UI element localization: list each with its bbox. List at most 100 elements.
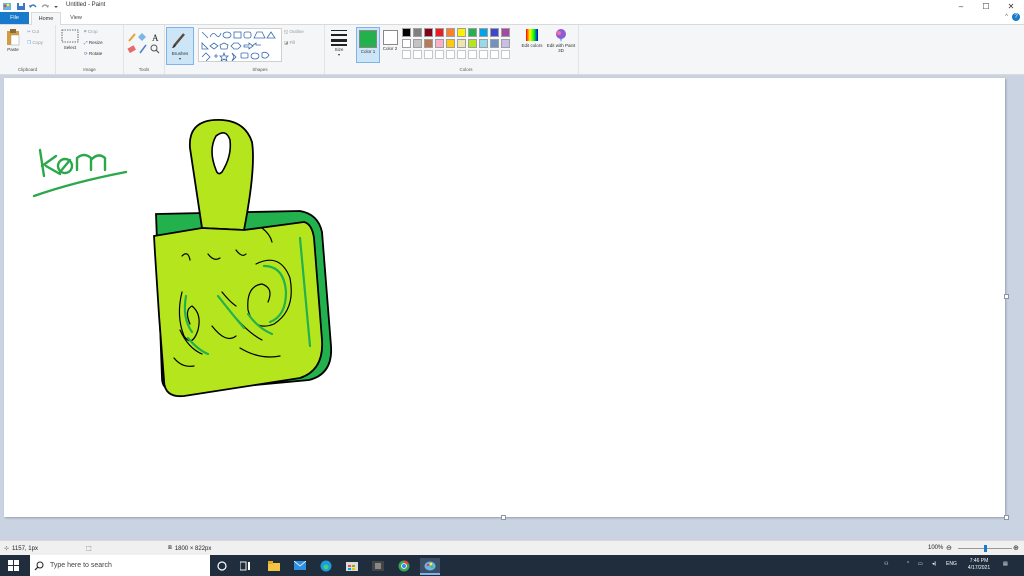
- palette-color-swatch[interactable]: [446, 28, 455, 37]
- outline-button[interactable]: ◱ Outline: [284, 29, 304, 35]
- collapse-ribbon-button[interactable]: ^: [1005, 14, 1008, 20]
- zoom-in-button[interactable]: ⊕: [1013, 544, 1019, 552]
- palette-color-swatch[interactable]: [424, 39, 433, 48]
- minimize-button[interactable]: –: [950, 0, 972, 12]
- save-icon[interactable]: [16, 2, 26, 11]
- drawing-canvas[interactable]: [4, 78, 1005, 517]
- help-button[interactable]: ?: [1012, 13, 1020, 21]
- select-button[interactable]: Select: [60, 28, 80, 50]
- mail-button[interactable]: [292, 558, 307, 573]
- taskbar-search-box[interactable]: Type here to search: [30, 555, 210, 576]
- palette-color-swatch[interactable]: [424, 28, 433, 37]
- canvas-resize-handle-right[interactable]: [1004, 294, 1009, 299]
- custom-color-slot[interactable]: [501, 50, 510, 59]
- rotate-button[interactable]: ⟳ Rotate: [84, 51, 102, 57]
- palette-color-swatch[interactable]: [490, 39, 499, 48]
- shapes-gallery[interactable]: [198, 28, 282, 62]
- input-language[interactable]: ENG: [946, 561, 957, 567]
- close-button[interactable]: ✕: [1000, 0, 1022, 12]
- custom-color-slot[interactable]: [468, 50, 477, 59]
- palette-color-swatch[interactable]: [479, 28, 488, 37]
- maximize-button[interactable]: ☐: [975, 0, 997, 12]
- chrome-button[interactable]: [396, 558, 411, 573]
- tools-group: A Tools: [124, 25, 165, 74]
- custom-color-slot[interactable]: [424, 50, 433, 59]
- palette-color-swatch[interactable]: [402, 39, 411, 48]
- people-icon[interactable]: ⚇: [884, 561, 888, 567]
- select-label: Select: [63, 45, 77, 50]
- crop-button[interactable]: ⌗ Crop: [84, 29, 98, 34]
- palette-color-swatch[interactable]: [435, 28, 444, 37]
- outline-label: Outline: [289, 29, 304, 34]
- custom-color-slot[interactable]: [490, 50, 499, 59]
- palette-color-swatch[interactable]: [457, 28, 466, 37]
- rotate-label: Rotate: [89, 51, 103, 56]
- zoom-slider-thumb[interactable]: [983, 545, 987, 552]
- shapes-group: ◱ Outline ◪ Fill Shapes: [196, 25, 325, 74]
- store-button[interactable]: [344, 558, 359, 573]
- paint3d-icon: [556, 29, 566, 42]
- volume-icon[interactable]: ◂): [932, 561, 936, 567]
- search-icon: [34, 561, 44, 570]
- palette-color-swatch[interactable]: [468, 28, 477, 37]
- palette-color-swatch[interactable]: [413, 28, 422, 37]
- zoom-slider[interactable]: [958, 545, 1012, 552]
- cut-button[interactable]: ✂ Cut: [27, 29, 39, 35]
- app-button-1[interactable]: [370, 558, 385, 573]
- paint-icon: [424, 561, 436, 570]
- rotate-icon: ⟳: [84, 51, 88, 56]
- palette-color-swatch[interactable]: [501, 28, 510, 37]
- palette-color-swatch[interactable]: [435, 39, 444, 48]
- paste-button[interactable]: Paste: [3, 28, 23, 52]
- image-size-text: 1800 × 822px: [174, 545, 212, 552]
- palette-color-swatch[interactable]: [501, 39, 510, 48]
- task-view-button[interactable]: [238, 558, 253, 573]
- tab-view[interactable]: View: [62, 12, 90, 24]
- edge-button[interactable]: [318, 558, 333, 573]
- start-button[interactable]: [6, 558, 21, 573]
- color2-button[interactable]: Color 2: [380, 27, 400, 51]
- custom-color-slot[interactable]: [402, 50, 411, 59]
- help-area: ^ ?: [1005, 13, 1020, 21]
- resize-button[interactable]: ⤢ Resize: [84, 40, 103, 45]
- tray-overflow-icon[interactable]: ⌃: [906, 561, 910, 567]
- palette-color-swatch[interactable]: [402, 28, 411, 37]
- brushes-button[interactable]: Brushes ▾: [166, 27, 194, 65]
- custom-color-slot[interactable]: [435, 50, 444, 59]
- zoom-level: 100%: [928, 545, 944, 551]
- custom-color-slot[interactable]: [457, 50, 466, 59]
- paint3d-button[interactable]: Edit with Paint 3D: [546, 28, 576, 53]
- notifications-icon[interactable]: ▤: [1003, 561, 1008, 567]
- undo-icon[interactable]: [28, 2, 38, 11]
- file-explorer-button[interactable]: [266, 558, 281, 573]
- fill-button[interactable]: ◪ Fill: [284, 40, 295, 46]
- quick-access-toolbar: [2, 1, 60, 11]
- color1-button[interactable]: Color 1: [356, 27, 380, 63]
- palette-color-swatch[interactable]: [479, 39, 488, 48]
- paint-taskbar-button[interactable]: [420, 558, 440, 575]
- canvas-resize-handle-bottom[interactable]: [501, 515, 506, 520]
- palette-color-swatch[interactable]: [413, 39, 422, 48]
- clock[interactable]: 7:46 PM 4/17/2021: [964, 558, 994, 572]
- redo-icon[interactable]: [40, 2, 50, 11]
- copy-button[interactable]: ❐ Copy: [27, 40, 43, 46]
- size-button[interactable]: Size ▾: [327, 28, 351, 57]
- task-view-icon: [240, 561, 250, 570]
- palette-color-swatch[interactable]: [457, 39, 466, 48]
- tab-file[interactable]: File: [0, 12, 29, 24]
- custom-color-slot[interactable]: [479, 50, 488, 59]
- custom-color-slot[interactable]: [413, 50, 422, 59]
- palette-color-swatch[interactable]: [468, 39, 477, 48]
- custom-color-slot[interactable]: [446, 50, 455, 59]
- palette-color-swatch[interactable]: [490, 28, 499, 37]
- palette-color-swatch[interactable]: [446, 39, 455, 48]
- network-icon[interactable]: ▭: [918, 561, 923, 567]
- canvas-workspace[interactable]: [0, 75, 1024, 540]
- zoom-out-button[interactable]: ⊖: [946, 544, 952, 552]
- tab-home[interactable]: Home: [31, 12, 61, 25]
- cortana-button[interactable]: [214, 558, 229, 573]
- cursor-position: ⊹ 1157, 1px: [4, 545, 38, 553]
- edit-colors-button[interactable]: Edit colors: [520, 28, 544, 48]
- customize-qat-icon[interactable]: [52, 2, 60, 11]
- canvas-resize-handle-corner[interactable]: [1004, 515, 1009, 520]
